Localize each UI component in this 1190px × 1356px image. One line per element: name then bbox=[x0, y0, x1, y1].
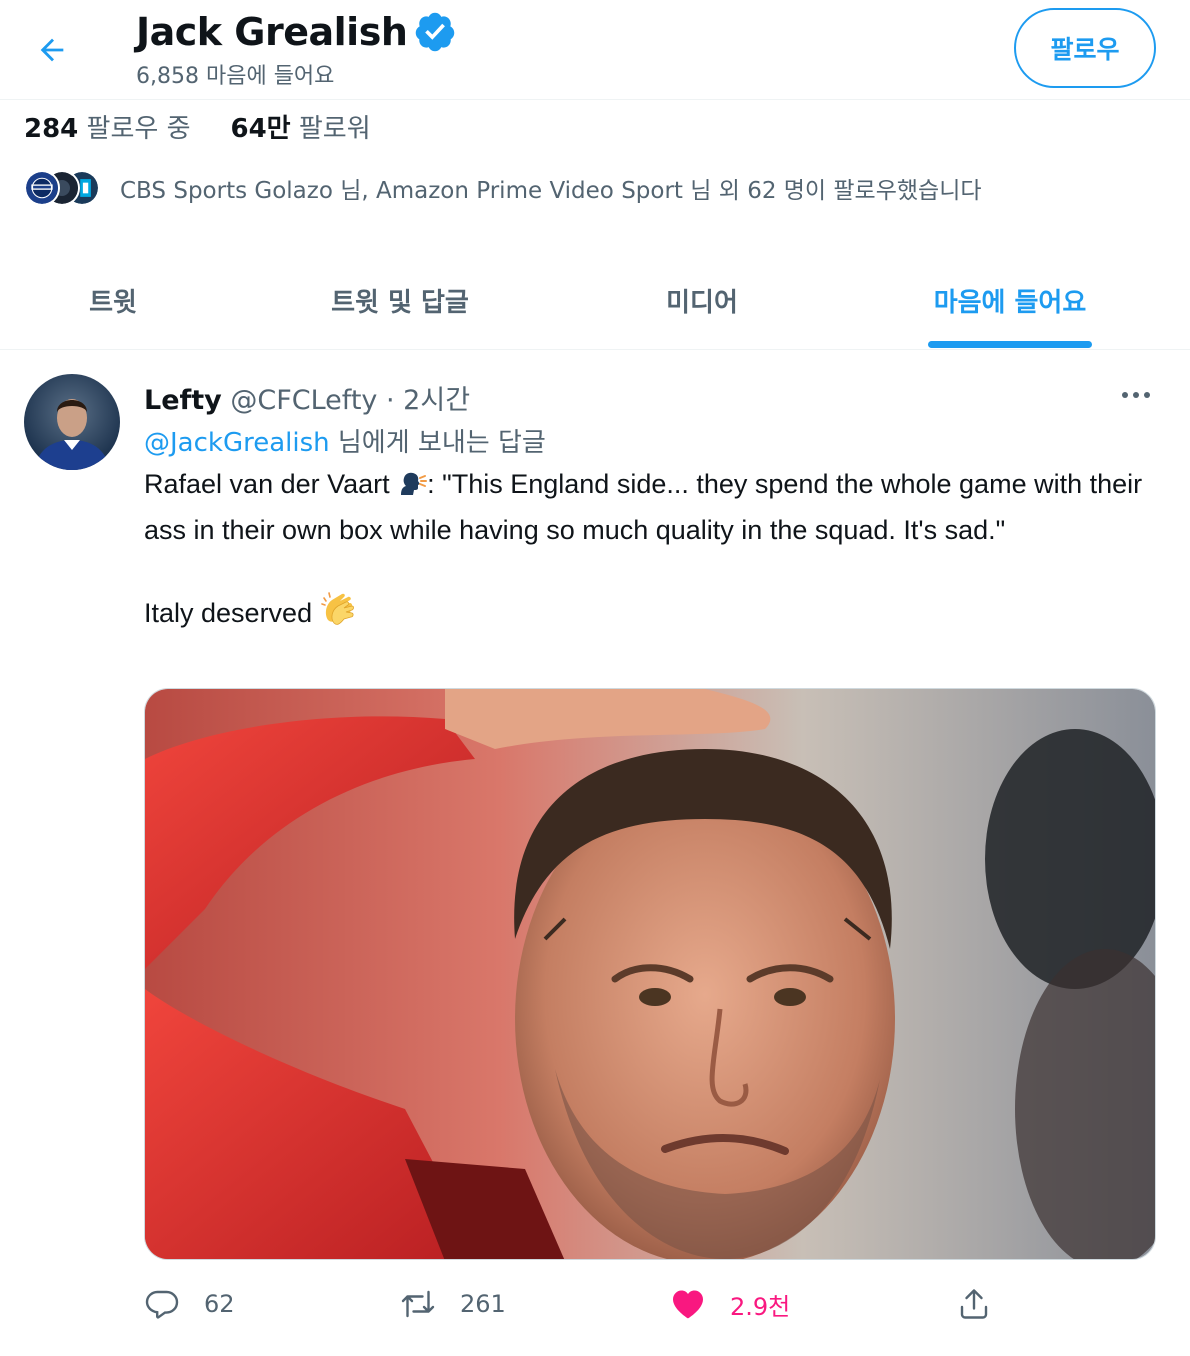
tweet-text: Rafael van der Vaart : "This England sid… bbox=[144, 464, 1164, 639]
follower-avatars bbox=[24, 168, 104, 208]
more-options-button[interactable] bbox=[1112, 380, 1160, 410]
following-stat[interactable]: 284 팔로우 중 bbox=[24, 108, 191, 145]
avatar[interactable] bbox=[24, 374, 120, 470]
followers-label: 팔로워 bbox=[298, 114, 371, 144]
reply-action[interactable]: 62 bbox=[144, 1282, 235, 1326]
likes-count: 6,858 마음에 들어요 bbox=[136, 64, 335, 89]
dot bbox=[1122, 392, 1128, 398]
tab-media[interactable]: 미디어 bbox=[574, 250, 830, 350]
tab-label: 마음에 들어요 bbox=[933, 287, 1087, 318]
profile-name: Jack Grealish bbox=[136, 10, 408, 54]
reply-count: 62 bbox=[204, 1290, 235, 1318]
tab-tweets-and-replies[interactable]: 트윗 및 답글 bbox=[226, 250, 574, 350]
retweet-icon bbox=[401, 1290, 435, 1318]
separator: · bbox=[385, 385, 395, 416]
tab-label: 트윗 및 답글 bbox=[331, 287, 469, 318]
share-action[interactable] bbox=[956, 1282, 992, 1326]
verified-badge-icon bbox=[413, 10, 457, 54]
author-handle[interactable]: @CFCLefty bbox=[230, 385, 377, 416]
tweet-text-line2: Italy deserved bbox=[144, 590, 1164, 639]
tab-label: 트윗 bbox=[89, 287, 137, 318]
share-icon bbox=[960, 1289, 988, 1319]
following-count: 284 bbox=[24, 114, 79, 144]
followers-you-know[interactable]: CBS Sports Golazo 님, Amazon Prime Video … bbox=[24, 168, 982, 208]
dot bbox=[1133, 392, 1139, 398]
speaking-head-icon bbox=[397, 469, 428, 510]
followers-count: 64만 bbox=[230, 114, 291, 144]
arrow-left-icon bbox=[40, 38, 64, 62]
tweet-actions: 62 261 2.9천 bbox=[144, 1282, 1044, 1326]
tweet-media-photo[interactable] bbox=[144, 688, 1156, 1260]
tab-label: 미디어 bbox=[666, 287, 738, 318]
retweet-action[interactable]: 261 bbox=[400, 1282, 506, 1326]
avatar bbox=[24, 170, 60, 206]
photo-image bbox=[145, 689, 1155, 1259]
follow-button[interactable]: 팔로우 bbox=[1014, 8, 1156, 88]
reply-suffix: 님에게 보내는 답글 bbox=[337, 428, 546, 458]
reply-icon bbox=[145, 1290, 179, 1319]
heart-filled-icon bbox=[673, 1290, 703, 1319]
avatar-portrait bbox=[34, 399, 110, 470]
tab-likes[interactable]: 마음에 들어요 bbox=[830, 250, 1190, 350]
dot bbox=[1144, 392, 1150, 398]
like-action[interactable]: 2.9천 bbox=[670, 1282, 790, 1326]
back-button[interactable] bbox=[24, 22, 80, 78]
tweet-text-part1: Rafael van der Vaart bbox=[144, 469, 398, 499]
reply-context: @JackGrealish 님에게 보내는 답글 bbox=[144, 422, 546, 459]
like-count: 2.9천 bbox=[730, 1292, 791, 1321]
profile-header: Jack Grealish 6,858 마음에 들어요 팔로우 bbox=[0, 0, 1190, 100]
author-name[interactable]: Lefty bbox=[144, 385, 222, 416]
tweet-time[interactable]: 2시간 bbox=[403, 385, 470, 416]
following-label: 팔로우 중 bbox=[86, 114, 191, 144]
mention-link[interactable]: @JackGrealish bbox=[144, 428, 330, 458]
tweet[interactable]: Lefty @CFCLefty · 2시간 @JackGrealish 님에게 … bbox=[0, 350, 1190, 1350]
profile-tabs: 트윗 트윗 및 답글 미디어 마음에 들어요 bbox=[0, 250, 1190, 350]
retweet-count: 261 bbox=[460, 1290, 506, 1318]
tab-tweets[interactable]: 트윗 bbox=[0, 250, 226, 350]
tweet-text-part3: Italy deserved bbox=[144, 598, 320, 628]
follow-stats: 284 팔로우 중 64만 팔로워 bbox=[24, 108, 371, 145]
active-tab-indicator bbox=[928, 341, 1092, 348]
clapping-hands-icon bbox=[320, 590, 360, 639]
followers-stat[interactable]: 64만 팔로워 bbox=[231, 108, 371, 145]
followed-by-text: CBS Sports Golazo 님, Amazon Prime Video … bbox=[120, 178, 982, 204]
tweet-header: Lefty @CFCLefty · 2시간 bbox=[144, 378, 470, 417]
profile-name-row: Jack Grealish bbox=[136, 10, 457, 54]
